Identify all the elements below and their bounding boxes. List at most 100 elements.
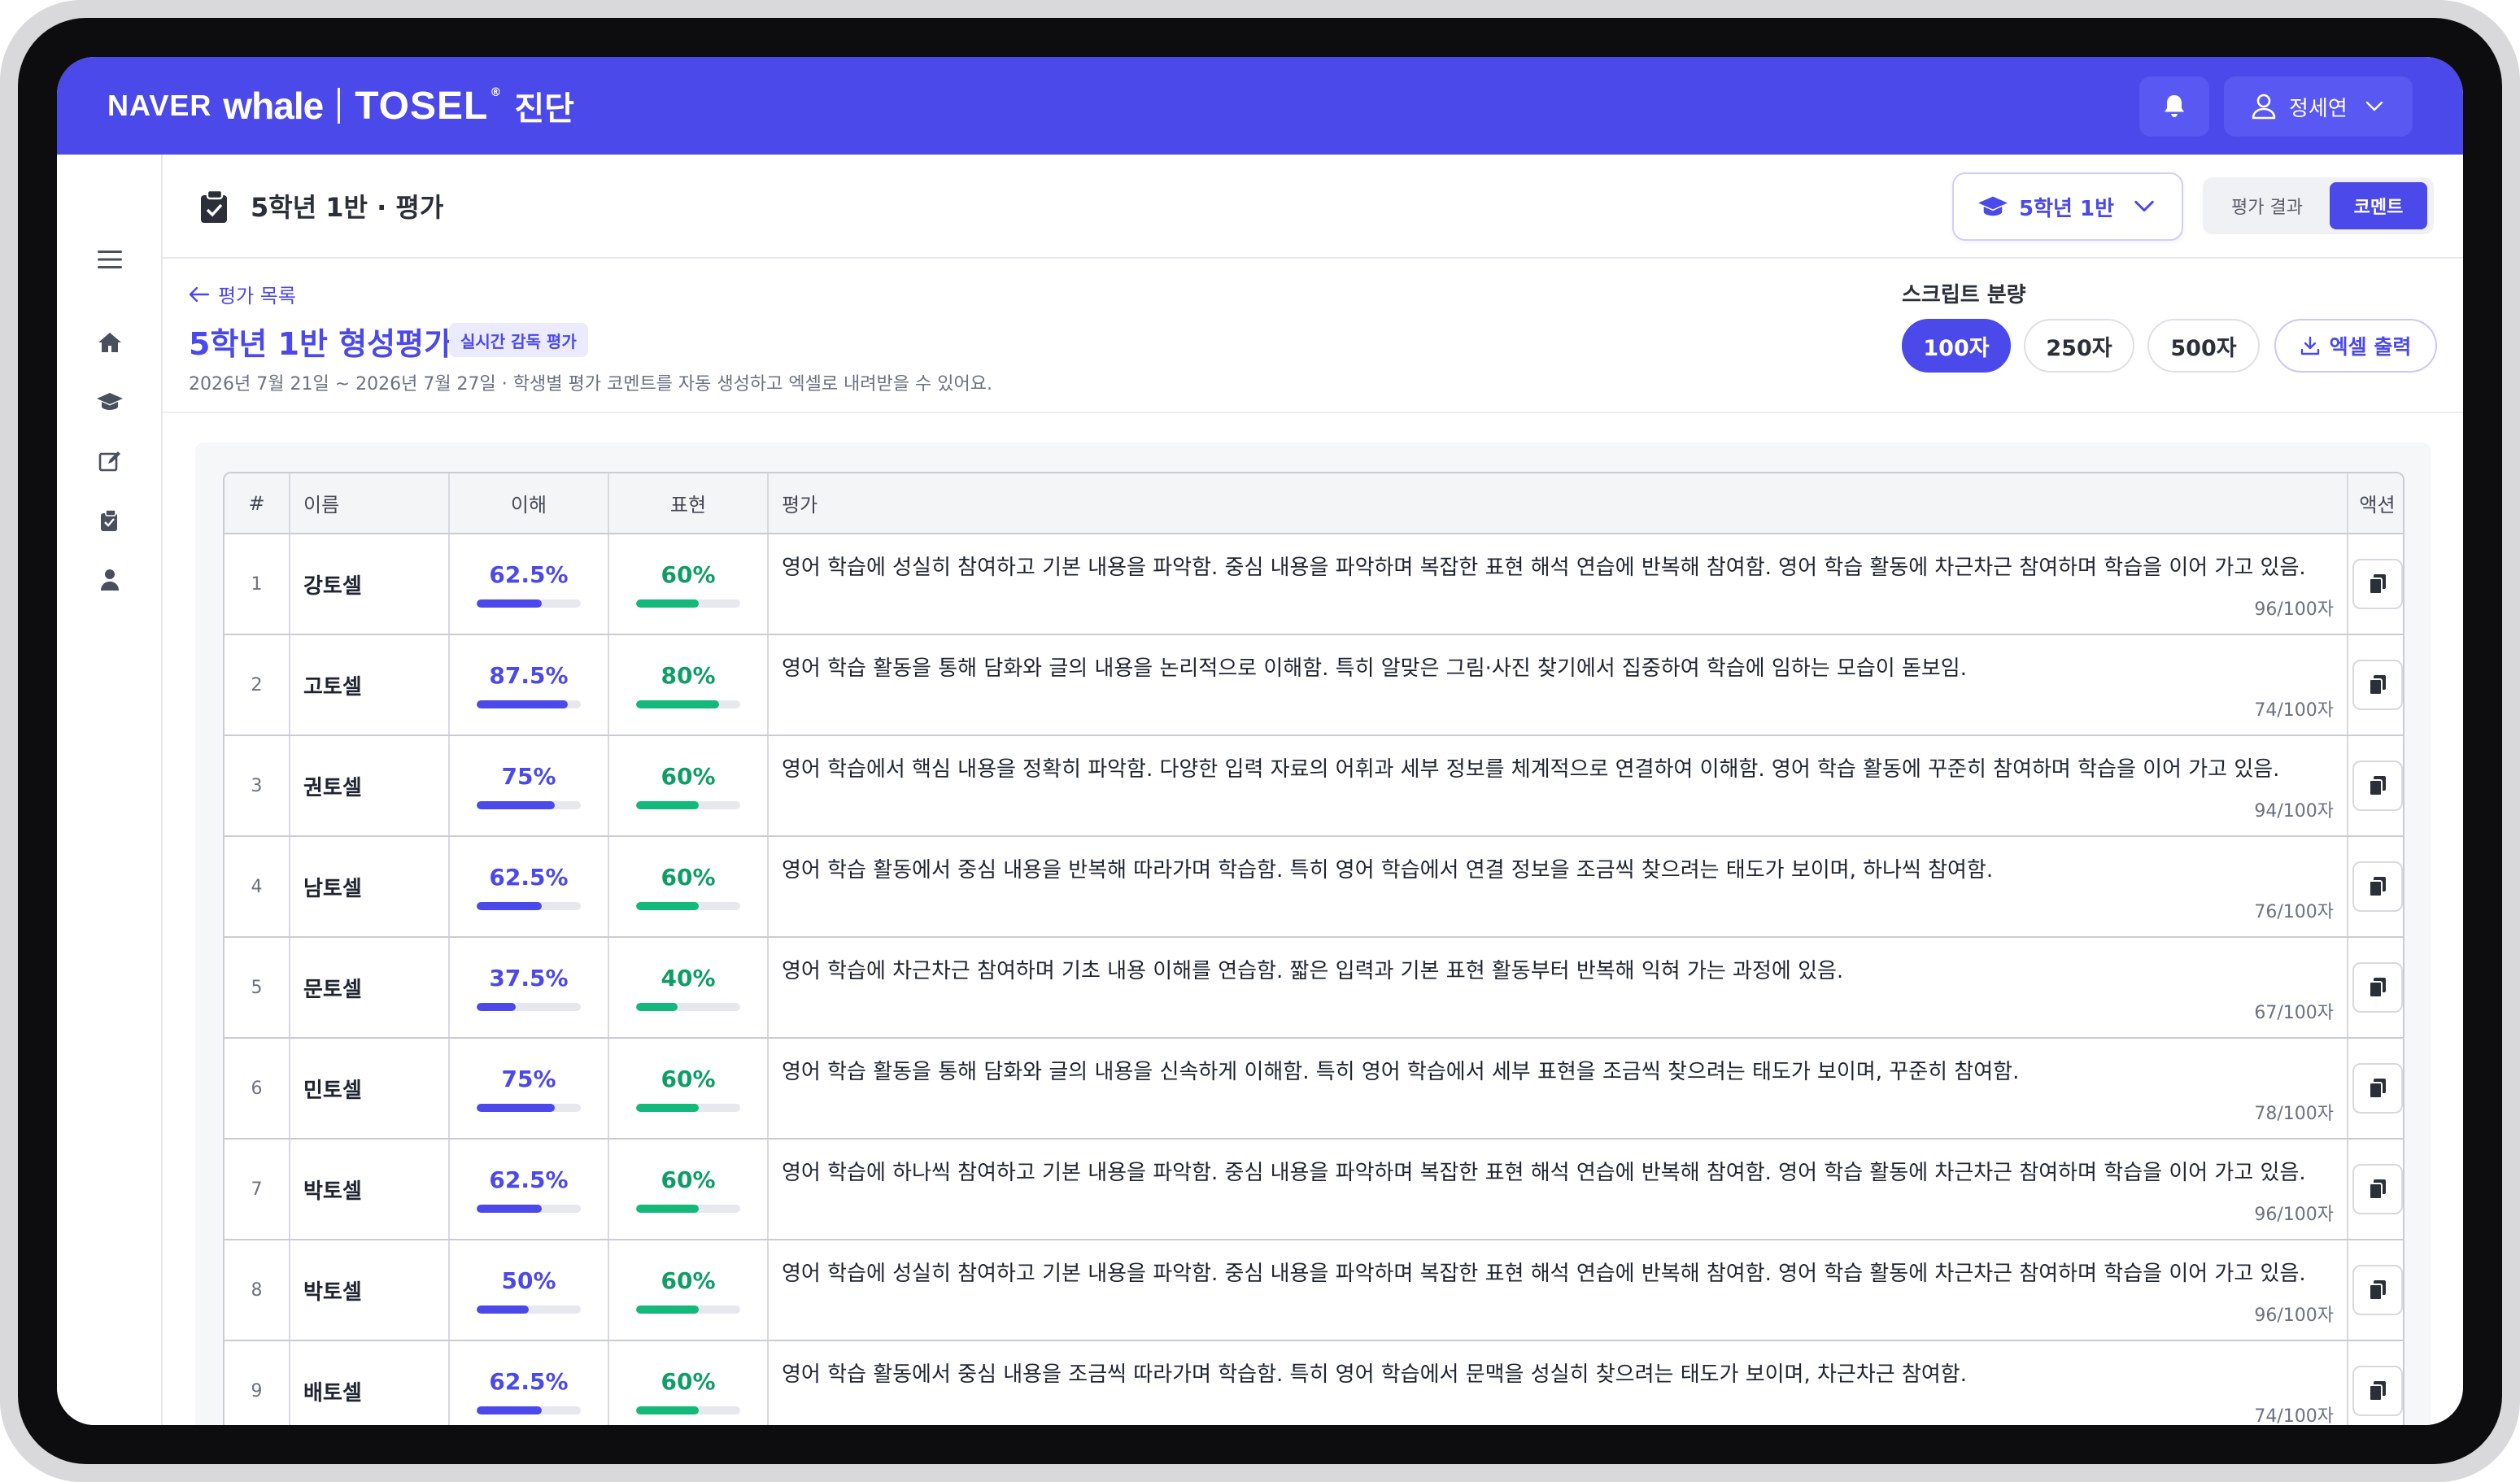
back-link-label: 평가 목록 bbox=[218, 285, 296, 307]
brand-registered-mark: ® bbox=[490, 86, 502, 99]
copy-button[interactable] bbox=[2352, 861, 2403, 912]
copy-icon bbox=[2368, 675, 2386, 695]
copy-button[interactable] bbox=[2352, 1265, 2403, 1315]
understanding-bar bbox=[477, 1103, 581, 1112]
understanding-bar-fill bbox=[477, 700, 568, 708]
expression-bar-fill bbox=[636, 1204, 699, 1213]
copy-button[interactable] bbox=[2352, 1164, 2403, 1214]
student-name: 남토셀 bbox=[290, 836, 450, 938]
understanding-bar-fill bbox=[477, 1103, 555, 1112]
user-icon bbox=[2252, 94, 2276, 120]
length-option-100[interactable]: 100자 bbox=[1902, 319, 2011, 373]
character-count: 94/100자 bbox=[2254, 801, 2334, 822]
understanding-bar-fill bbox=[477, 901, 542, 910]
row-number: 8 bbox=[225, 1240, 290, 1341]
understanding-bar bbox=[477, 1406, 581, 1414]
student-name: 민토셀 bbox=[290, 1038, 450, 1140]
expression-score: 60% bbox=[609, 1267, 767, 1314]
action-cell bbox=[2348, 1340, 2403, 1425]
evaluation-cell[interactable]: 영어 학습 활동에서 중심 내용을 반복해 따라가며 학습함. 특히 영어 학습… bbox=[768, 836, 2348, 938]
expression-cell: 60% bbox=[608, 1038, 769, 1140]
copy-button[interactable] bbox=[2352, 761, 2403, 811]
expression-bar-fill bbox=[636, 1103, 699, 1112]
character-count: 76/100자 bbox=[2254, 902, 2334, 922]
expression-bar bbox=[636, 901, 740, 910]
expression-bar-fill bbox=[636, 1002, 678, 1011]
user-menu-button[interactable]: 정세연 bbox=[2224, 76, 2413, 137]
expression-bar-fill bbox=[636, 1406, 699, 1414]
expression-value: 40% bbox=[661, 964, 716, 992]
copy-button[interactable] bbox=[2352, 962, 2403, 1013]
clipboard-icon[interactable] bbox=[91, 502, 129, 539]
home-icon[interactable] bbox=[91, 324, 129, 361]
class-select-dropdown[interactable]: 5학년 1반 bbox=[1952, 172, 2183, 241]
graduation-cap-icon bbox=[1978, 196, 2008, 216]
expression-score: 60% bbox=[609, 864, 767, 910]
evaluation-cell[interactable]: 영어 학습에 하나씩 참여하고 기본 내용을 파악함. 중심 내용을 파악하며 … bbox=[768, 1139, 2348, 1240]
evaluation-cell[interactable]: 영어 학습에 성실히 참여하고 기본 내용을 파악함. 중심 내용을 파악하며 … bbox=[768, 534, 2348, 635]
excel-export-button[interactable]: 엑셀 출력 bbox=[2274, 319, 2437, 373]
expression-score: 80% bbox=[609, 662, 767, 708]
expression-value: 60% bbox=[661, 762, 716, 790]
length-option-250[interactable]: 250자 bbox=[2024, 319, 2134, 373]
copy-icon bbox=[2368, 978, 2386, 998]
row-number: 4 bbox=[225, 836, 290, 938]
understanding-bar-fill bbox=[477, 599, 542, 608]
copy-button[interactable] bbox=[2352, 559, 2403, 609]
understanding-bar bbox=[477, 599, 581, 608]
bell-icon bbox=[2165, 95, 2184, 117]
tab-comments[interactable]: 코멘트 bbox=[2330, 182, 2427, 229]
column-header-expression[interactable]: 표현 bbox=[608, 473, 769, 534]
evaluation-cell[interactable]: 영어 학습 활동을 통해 담화와 글의 내용을 논리적으로 이해함. 특히 알맞… bbox=[768, 634, 2348, 736]
student-name: 고토셀 bbox=[290, 634, 450, 736]
evaluation-comment: 영어 학습에 성실히 참여하고 기본 내용을 파악함. 중심 내용을 파악하며 … bbox=[782, 1262, 2306, 1286]
understanding-score: 62.5% bbox=[450, 1368, 608, 1414]
row-number: 9 bbox=[225, 1340, 290, 1425]
evaluation-cell[interactable]: 영어 학습에서 핵심 내용을 정확히 파악함. 다양한 입력 자료의 어휘과 세… bbox=[768, 735, 2348, 837]
tab-results[interactable]: 평가 결과 bbox=[2208, 182, 2326, 229]
menu-icon[interactable] bbox=[91, 241, 129, 278]
expression-cell: 60% bbox=[608, 534, 769, 635]
evaluation-cell[interactable]: 영어 학습 활동을 통해 담화와 글의 내용을 신속하게 이해함. 특히 영어 … bbox=[768, 1038, 2348, 1140]
understanding-score: 62.5% bbox=[450, 561, 608, 608]
graduation-cap-icon[interactable] bbox=[91, 383, 129, 421]
understanding-cell: 75% bbox=[449, 1038, 609, 1140]
understanding-value: 62.5% bbox=[489, 560, 569, 588]
brand-subtitle: 진단 bbox=[514, 90, 574, 128]
table-row: 8 박토셀 50% 60% 영어 학습에 성실히 참여하고 기본 내용을 파악함… bbox=[225, 1240, 2403, 1341]
row-number: 5 bbox=[225, 937, 290, 1039]
class-select-label: 5학년 1반 bbox=[2019, 196, 2114, 221]
understanding-bar bbox=[477, 1305, 581, 1314]
understanding-cell: 75% bbox=[449, 735, 609, 837]
copy-icon bbox=[2368, 1381, 2386, 1401]
page-header: 5학년 1반 · 평가 5학년 1반 평가 결과 코멘트 bbox=[163, 155, 2463, 259]
understanding-value: 37.5% bbox=[489, 964, 569, 992]
back-to-list-link[interactable]: 평가 목록 bbox=[189, 280, 296, 308]
length-option-500[interactable]: 500자 bbox=[2147, 319, 2260, 373]
excel-export-label: 엑셀 출력 bbox=[2329, 335, 2412, 359]
column-header-name[interactable]: 이름 bbox=[290, 473, 450, 534]
expression-value: 60% bbox=[661, 1367, 716, 1395]
person-icon[interactable] bbox=[91, 561, 129, 599]
notification-button[interactable] bbox=[2139, 76, 2209, 137]
brand-naver: NAVER bbox=[107, 89, 212, 122]
edit-icon[interactable] bbox=[91, 442, 129, 480]
understanding-bar bbox=[477, 901, 581, 910]
understanding-bar-fill bbox=[477, 800, 555, 809]
copy-button[interactable] bbox=[2352, 1366, 2403, 1416]
evaluation-cell[interactable]: 영어 학습에 성실히 참여하고 기본 내용을 파악함. 중심 내용을 파악하며 … bbox=[768, 1240, 2348, 1341]
understanding-bar-fill bbox=[477, 1204, 542, 1213]
comments-table: # 이름 이해 표현 평가 액션 1 강토셀 62.5% 60% 영어 학습에 … bbox=[223, 472, 2404, 1425]
expression-bar bbox=[636, 1305, 740, 1314]
copy-icon bbox=[2368, 574, 2386, 595]
expression-score: 60% bbox=[609, 561, 767, 608]
copy-button[interactable] bbox=[2352, 660, 2403, 710]
action-cell bbox=[2348, 1038, 2403, 1140]
evaluation-comment: 영어 학습에 차근차근 참여하며 기초 내용 이해를 연습함. 짧은 입력과 기… bbox=[782, 959, 1844, 983]
brand-logo[interactable]: NAVER whale TOSEL ® 진단 bbox=[107, 80, 574, 132]
expression-bar-fill bbox=[636, 599, 699, 608]
column-header-understanding[interactable]: 이해 bbox=[449, 473, 609, 534]
evaluation-cell[interactable]: 영어 학습에 차근차근 참여하며 기초 내용 이해를 연습함. 짧은 입력과 기… bbox=[768, 937, 2348, 1039]
copy-button[interactable] bbox=[2352, 1063, 2403, 1114]
evaluation-cell[interactable]: 영어 학습 활동에서 중심 내용을 조금씩 따라가며 학습함. 특히 영어 학습… bbox=[768, 1340, 2348, 1425]
